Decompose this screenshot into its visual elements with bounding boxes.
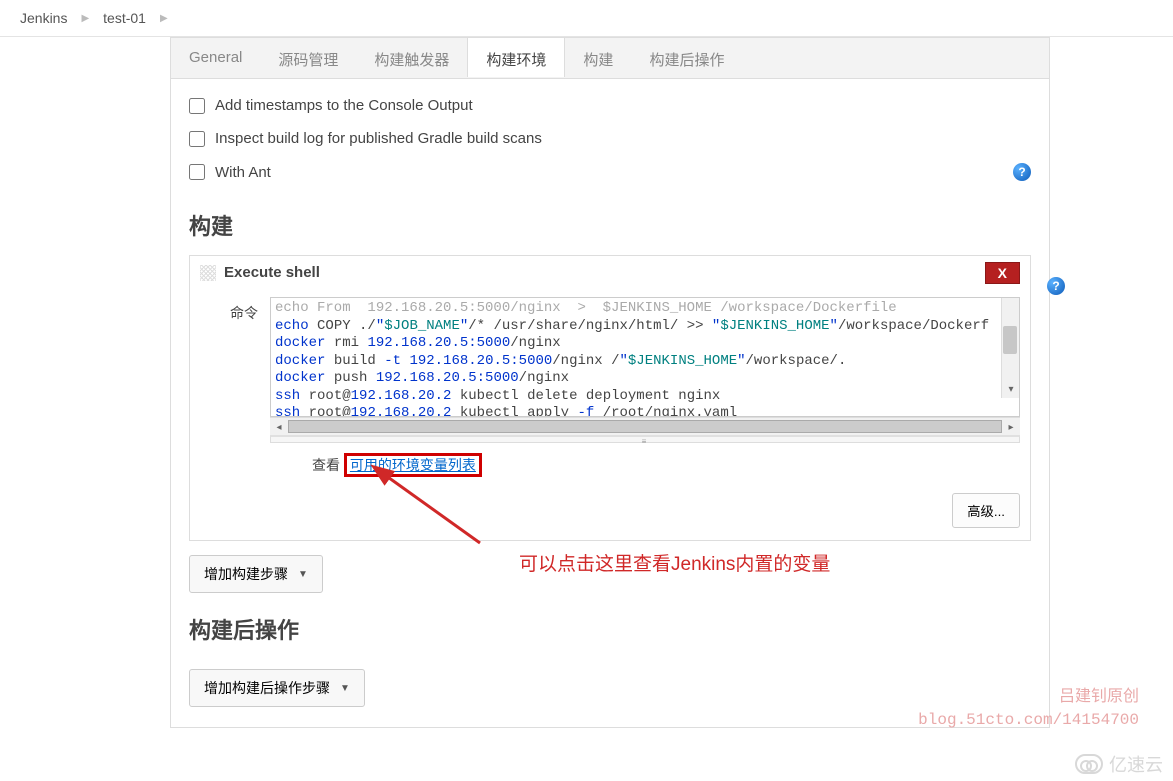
cloud-icon bbox=[1075, 754, 1103, 774]
tab-post-build[interactable]: 构建后操作 bbox=[631, 38, 742, 78]
scrollbar-vertical[interactable]: ▾ bbox=[1001, 298, 1019, 398]
watermark-author: 吕建钊原创 blog.51cto.com/14154700 bbox=[918, 686, 1139, 731]
breadcrumb: Jenkins ▶ test-01 ▶ bbox=[0, 0, 1173, 37]
section-title-build: 构建 bbox=[189, 189, 1031, 251]
help-icon[interactable]: ? bbox=[1013, 163, 1031, 181]
scroll-thumb[interactable] bbox=[1003, 326, 1017, 354]
checkbox-gradle-scans[interactable] bbox=[189, 131, 205, 147]
command-label: 命令 bbox=[230, 297, 270, 323]
chevron-right-icon: ▶ bbox=[154, 13, 174, 24]
checkbox-with-ant[interactable] bbox=[189, 164, 205, 180]
tab-general[interactable]: General bbox=[171, 38, 260, 78]
label-with-ant: With Ant bbox=[215, 164, 271, 181]
checkbox-timestamps[interactable] bbox=[189, 98, 205, 114]
step-title: Execute shell bbox=[224, 264, 320, 281]
resize-grip[interactable]: ≡ bbox=[270, 435, 1020, 443]
chevron-right-icon: ▶ bbox=[75, 13, 95, 24]
scroll-down-icon[interactable]: ▾ bbox=[1002, 380, 1020, 398]
scroll-right-icon[interactable]: ▸ bbox=[1002, 418, 1020, 436]
annotation-text: 可以点击这里查看Jenkins内置的变量 bbox=[519, 549, 830, 576]
breadcrumb-job[interactable]: test-01 bbox=[95, 6, 154, 30]
watermark-site: 亿速云 bbox=[1075, 751, 1163, 777]
tab-build[interactable]: 构建 bbox=[565, 38, 631, 78]
delete-step-button[interactable]: X bbox=[985, 262, 1020, 284]
scroll-left-icon[interactable]: ◂ bbox=[270, 418, 288, 436]
config-tabs: General 源码管理 构建触发器 构建环境 构建 构建后操作 bbox=[170, 37, 1050, 79]
tab-triggers[interactable]: 构建触发器 bbox=[356, 38, 467, 78]
tab-build-env[interactable]: 构建环境 bbox=[467, 37, 565, 77]
see-prefix: 查看 bbox=[312, 457, 344, 473]
add-build-step-button[interactable]: 增加构建步骤▼ bbox=[189, 555, 323, 593]
caret-down-icon: ▼ bbox=[298, 569, 308, 580]
shell-command-input[interactable]: echo From 192.168.20.5:5000/nginx > $JEN… bbox=[270, 297, 1020, 417]
label-timestamps: Add timestamps to the Console Output bbox=[215, 97, 473, 114]
add-post-build-step-button[interactable]: 增加构建后操作步骤▼ bbox=[189, 669, 365, 707]
drag-handle-icon[interactable] bbox=[200, 265, 216, 281]
breadcrumb-root[interactable]: Jenkins bbox=[12, 6, 75, 30]
section-title-post-build: 构建后操作 bbox=[189, 593, 1031, 655]
label-gradle-scans: Inspect build log for published Gradle b… bbox=[215, 130, 542, 147]
advanced-button[interactable]: 高级... bbox=[952, 493, 1020, 528]
env-vars-link[interactable]: 可用的环境变量列表 bbox=[350, 457, 476, 473]
scroll-track[interactable] bbox=[288, 420, 1002, 433]
scrollbar-horizontal[interactable]: ◂ ▸ bbox=[270, 417, 1020, 435]
caret-down-icon: ▼ bbox=[340, 683, 350, 694]
build-step-execute-shell: Execute shell X 命令 echo From 192.168.20.… bbox=[189, 255, 1031, 541]
tab-scm[interactable]: 源码管理 bbox=[260, 38, 356, 78]
help-icon[interactable]: ? bbox=[1047, 277, 1065, 295]
